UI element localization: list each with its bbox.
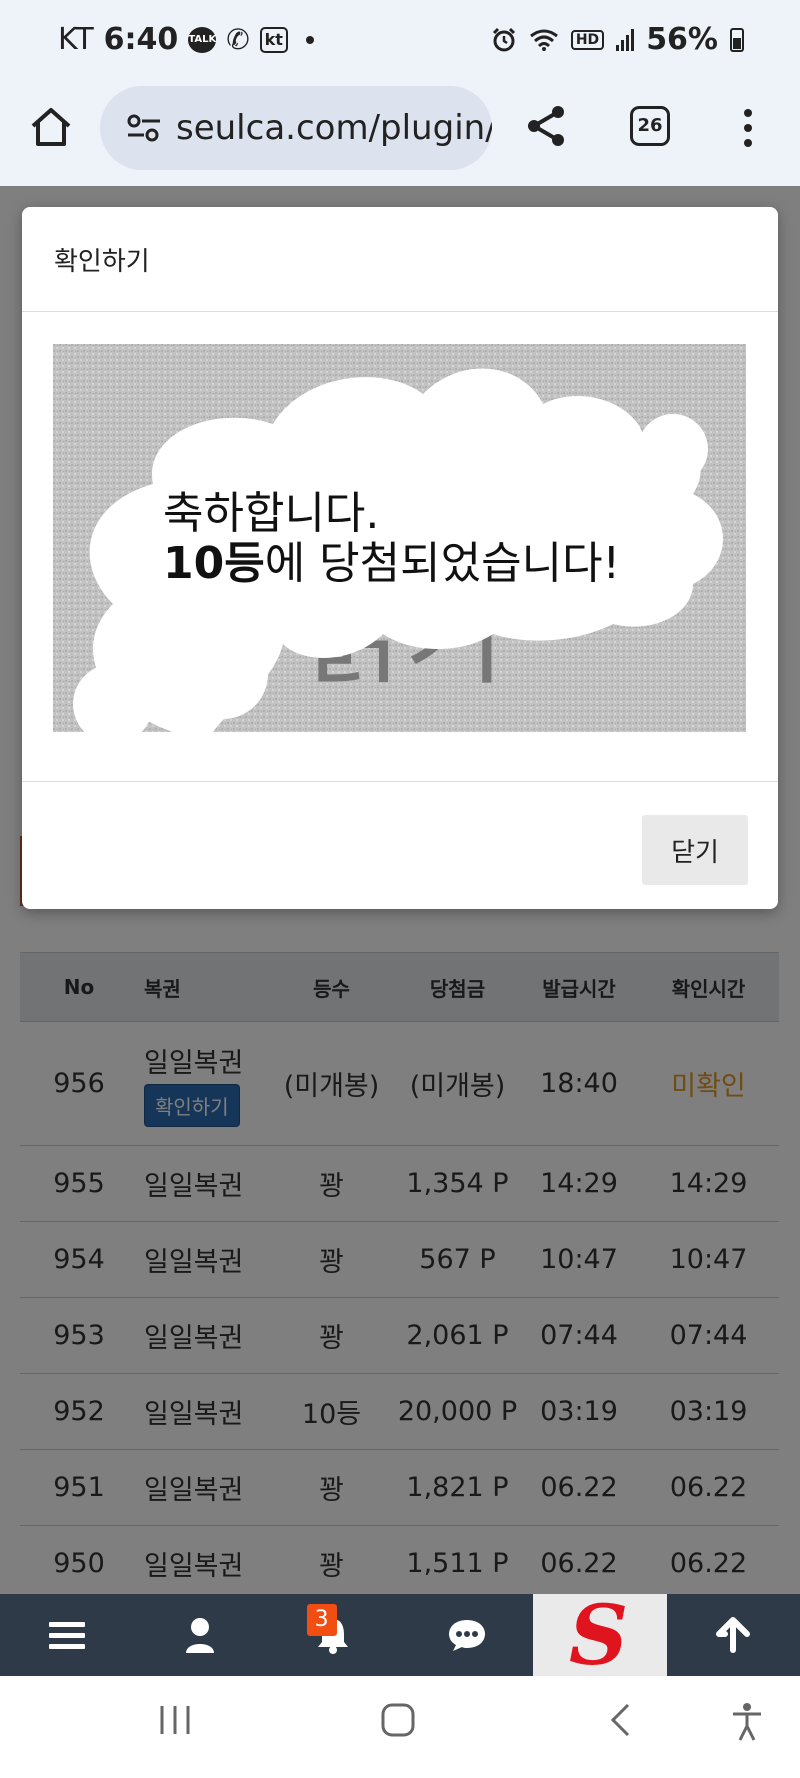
profile-button[interactable] (133, 1594, 266, 1676)
arrow-up-icon (716, 1617, 751, 1653)
status-bar: KT 6:40 TALK ✆ kt HD 56% (0, 0, 800, 78)
notification-badge: 3 (306, 1604, 337, 1636)
scroll-top-button[interactable] (667, 1594, 800, 1676)
carrier-label: KT (58, 22, 94, 57)
user-icon (185, 1618, 214, 1653)
kt-app-icon: kt (259, 26, 288, 53)
brand-logo-button[interactable]: S (533, 1594, 667, 1676)
tab-switcher-button[interactable]: 26 (630, 106, 670, 146)
home-nav-icon[interactable] (380, 1702, 416, 1738)
close-button[interactable]: 닫기 (642, 815, 748, 885)
notification-dot-icon (305, 35, 314, 44)
clock: 6:40 (103, 22, 179, 57)
prize-rank: 10등 (163, 538, 265, 589)
status-right: HD 56% (491, 22, 744, 57)
site-settings-icon[interactable] (126, 113, 162, 143)
browser-toolbar: seulca.com/plugin/l 26 (0, 78, 800, 186)
alarm-icon (492, 27, 515, 51)
share-icon[interactable] (524, 104, 568, 148)
notifications-button[interactable]: 3 (267, 1594, 400, 1676)
scratch-card[interactable]: 긁기 축하합니다. 10등에 당첨되었습니다! (53, 344, 746, 732)
address-bar[interactable]: seulca.com/plugin/l (100, 86, 492, 170)
prize-message: 축하합니다. 10등에 당첨되었습니다! (163, 489, 620, 589)
back-icon[interactable] (608, 1702, 634, 1738)
kakaotalk-icon: TALK (188, 26, 217, 53)
modal-footer: 닫기 (22, 783, 778, 909)
accessibility-icon[interactable] (730, 1702, 764, 1742)
hd-voice-icon: HD (570, 29, 605, 50)
recent-apps-icon[interactable] (158, 1702, 192, 1738)
confirm-modal: 확인하기 긁기 (22, 207, 778, 909)
url-text: seulca.com/plugin/l (176, 108, 492, 148)
prize-line-2-rest: 에 당첨되었습니다! (264, 538, 621, 589)
svg-text:S: S (569, 1598, 628, 1672)
hamburger-icon (48, 1622, 85, 1649)
menu-button[interactable] (0, 1594, 133, 1676)
modal-header: 확인하기 (22, 207, 778, 312)
modal-body: 긁기 축하합니다. 10등에 당첨되었습니다! (22, 312, 778, 782)
chat-bubble-icon (448, 1620, 485, 1651)
seulca-logo-icon: S (569, 1598, 628, 1672)
phone-call-icon: ✆ (226, 22, 250, 56)
modal-title: 확인하기 (54, 246, 150, 277)
system-navigation-bar (0, 1676, 800, 1778)
chat-button[interactable] (400, 1594, 533, 1676)
signal-icon (616, 28, 635, 51)
prize-line-1: 축하합니다. (163, 488, 380, 539)
more-menu-icon[interactable] (736, 106, 760, 150)
home-icon[interactable] (28, 104, 74, 150)
wifi-icon (529, 29, 558, 51)
battery-icon (730, 27, 744, 52)
prize-line-2: 10등에 당첨되었습니다! (163, 539, 620, 589)
status-left: KT 6:40 TALK ✆ kt (58, 22, 314, 57)
battery-percent: 56% (646, 22, 718, 57)
bottom-nav: 3 S (0, 1594, 800, 1676)
